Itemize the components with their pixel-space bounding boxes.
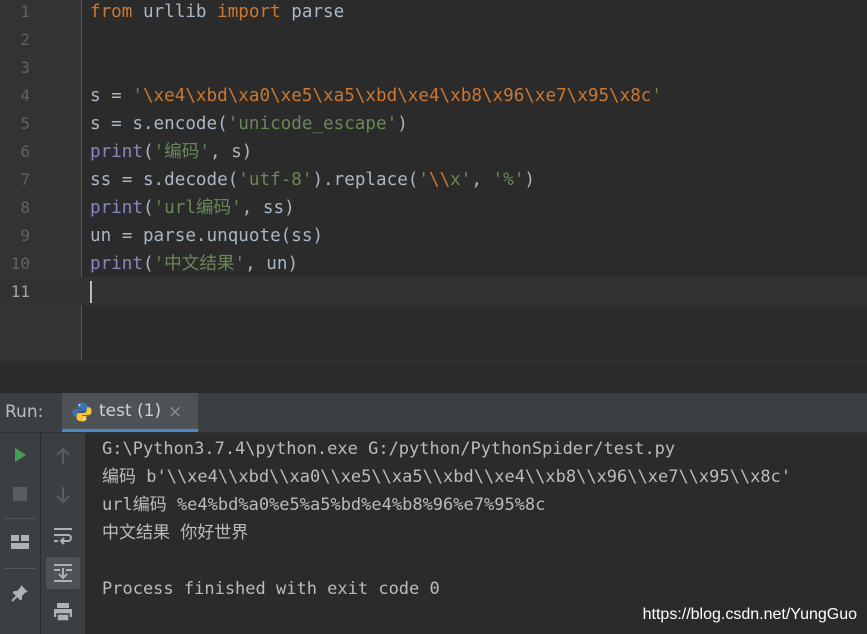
- line-number: 4: [20, 86, 30, 105]
- toolbar-separator: [4, 518, 36, 519]
- code-line-11[interactable]: [90, 278, 867, 306]
- decode-call: ss = s.decode(: [90, 170, 239, 190]
- stop-button[interactable]: [8, 482, 32, 506]
- previous-occurrence-button[interactable]: [50, 444, 76, 468]
- encode-call: s = s.encode(: [90, 114, 228, 134]
- string-literal: '%': [492, 170, 525, 190]
- rerun-button[interactable]: [8, 443, 32, 467]
- line-number: 7: [20, 170, 30, 189]
- print-icon: [54, 603, 72, 622]
- escape-sequence: \\: [428, 170, 451, 190]
- line-number: 6: [20, 142, 30, 161]
- escape-sequence: \xe4\xbd\xa0\xe5\xa5\xbd\xe4\xb8\x96\xe7…: [142, 86, 652, 106]
- code-editor[interactable]: 1 2 3 4 5 6 7 8 9 10 11 from urllib impo…: [0, 0, 867, 360]
- gutter-divider: [81, 0, 82, 360]
- code-line-2[interactable]: [90, 26, 867, 54]
- builtin-print: print: [90, 198, 143, 218]
- code-line-10[interactable]: print('中文结果', un): [90, 250, 867, 278]
- soft-wrap-button[interactable]: [48, 522, 78, 548]
- builtin-print: print: [90, 254, 143, 274]
- console-line-command: G:\Python3.7.4\python.exe G:/python/Pyth…: [102, 439, 676, 459]
- string-quote: ': [651, 86, 662, 106]
- python-icon: [71, 401, 93, 423]
- keyword-from: from: [90, 2, 133, 22]
- module-name: urllib: [132, 2, 218, 22]
- run-tool-window-header: Run: test (1) ×: [0, 393, 867, 433]
- unquote-call: un = parse.unquote(ss): [90, 226, 324, 246]
- comma: ,: [471, 170, 493, 190]
- paren: (: [142, 198, 154, 218]
- line-number: 1: [20, 2, 30, 21]
- line-number: 3: [20, 58, 30, 77]
- line-number: 9: [20, 226, 30, 245]
- scroll-to-end-icon: [54, 564, 72, 582]
- line-number: 5: [20, 114, 30, 133]
- line-number: 2: [20, 30, 30, 49]
- string-literal: '中文结果': [153, 254, 246, 274]
- string-quote: ': [418, 170, 429, 190]
- console-line-encoded: 编码 b'\\xe4\\xbd\\xa0\\xe5\\xa5\\xbd\\xe4…: [102, 467, 792, 487]
- line-number-current: 11: [10, 282, 30, 301]
- pin-tab-button[interactable]: [6, 580, 34, 606]
- string-literal: x': [450, 170, 472, 190]
- watermark-text: https://blog.csdn.net/YungGuo: [642, 606, 857, 623]
- args: , s): [209, 142, 253, 162]
- panel-divider[interactable]: [0, 360, 867, 393]
- run-console[interactable]: G:\Python3.7.4\python.exe G:/python/Pyth…: [86, 433, 867, 634]
- close-icon[interactable]: ×: [168, 393, 182, 432]
- stop-icon: [13, 487, 27, 501]
- paren: ): [397, 114, 408, 134]
- run-toolbar-secondary: [41, 433, 86, 634]
- run-icon: [15, 448, 26, 462]
- replace-call: ).replace(: [312, 170, 419, 190]
- run-label: Run:: [5, 402, 44, 422]
- pin-icon: [11, 585, 28, 602]
- code-line-9[interactable]: un = parse.unquote(ss): [90, 222, 867, 250]
- string-literal: 'url编码': [153, 198, 242, 218]
- toolbar-separator: [4, 568, 36, 569]
- line-numbers: 1 2 3 4 5 6 7 8 9 10 11: [0, 0, 30, 306]
- console-line-chinese-result: 中文结果 你好世界: [102, 523, 249, 543]
- builtin-print: print: [90, 142, 143, 162]
- print-button[interactable]: [48, 598, 78, 626]
- string-literal: '编码': [153, 142, 210, 162]
- text-caret: [90, 281, 92, 303]
- console-line-exit: Process finished with exit code 0: [102, 579, 440, 599]
- args: , un): [245, 254, 299, 274]
- run-tab-label: test (1): [99, 401, 162, 421]
- down-arrow-icon: [56, 487, 70, 504]
- up-arrow-icon: [56, 447, 70, 464]
- string-literal: 'utf-8': [238, 170, 313, 190]
- paren: (: [142, 254, 154, 274]
- code-line-7[interactable]: ss = s.decode('utf-8').replace('\\x', '%…: [90, 166, 867, 194]
- next-occurrence-button[interactable]: [50, 483, 76, 507]
- code-line-8[interactable]: print('url编码', ss): [90, 194, 867, 222]
- paren: (: [142, 142, 154, 162]
- layout-icon: [11, 535, 29, 549]
- console-line-url-encoded: url编码 %e4%bd%a0%e5%a5%bd%e4%b8%96%e7%95%…: [102, 495, 546, 515]
- import-name: parse: [280, 2, 345, 22]
- string-quote: ': [132, 86, 143, 106]
- keyword-import: import: [217, 2, 281, 22]
- code-line-1[interactable]: from urllib import parse: [90, 0, 867, 26]
- code-area[interactable]: from urllib import parse s = '\xe4\xbd\x…: [90, 0, 867, 306]
- soft-wrap-icon: [54, 528, 72, 545]
- paren: ): [524, 170, 535, 190]
- line-number: 8: [20, 198, 30, 217]
- restore-layout-button[interactable]: [6, 530, 34, 554]
- code-line-6[interactable]: print('编码', s): [90, 138, 867, 166]
- scroll-to-end-button[interactable]: [46, 557, 80, 589]
- code-line-3[interactable]: [90, 54, 867, 82]
- string-literal: 'unicode_escape': [227, 114, 398, 134]
- code-line-4[interactable]: s = '\xe4\xbd\xa0\xe5\xa5\xbd\xe4\xb8\x9…: [90, 82, 867, 110]
- run-toolbar-primary: [0, 433, 41, 634]
- args: , ss): [241, 198, 295, 218]
- assign-s: s =: [90, 86, 133, 106]
- code-line-5[interactable]: s = s.encode('unicode_escape'): [90, 110, 867, 138]
- line-number: 10: [10, 254, 30, 273]
